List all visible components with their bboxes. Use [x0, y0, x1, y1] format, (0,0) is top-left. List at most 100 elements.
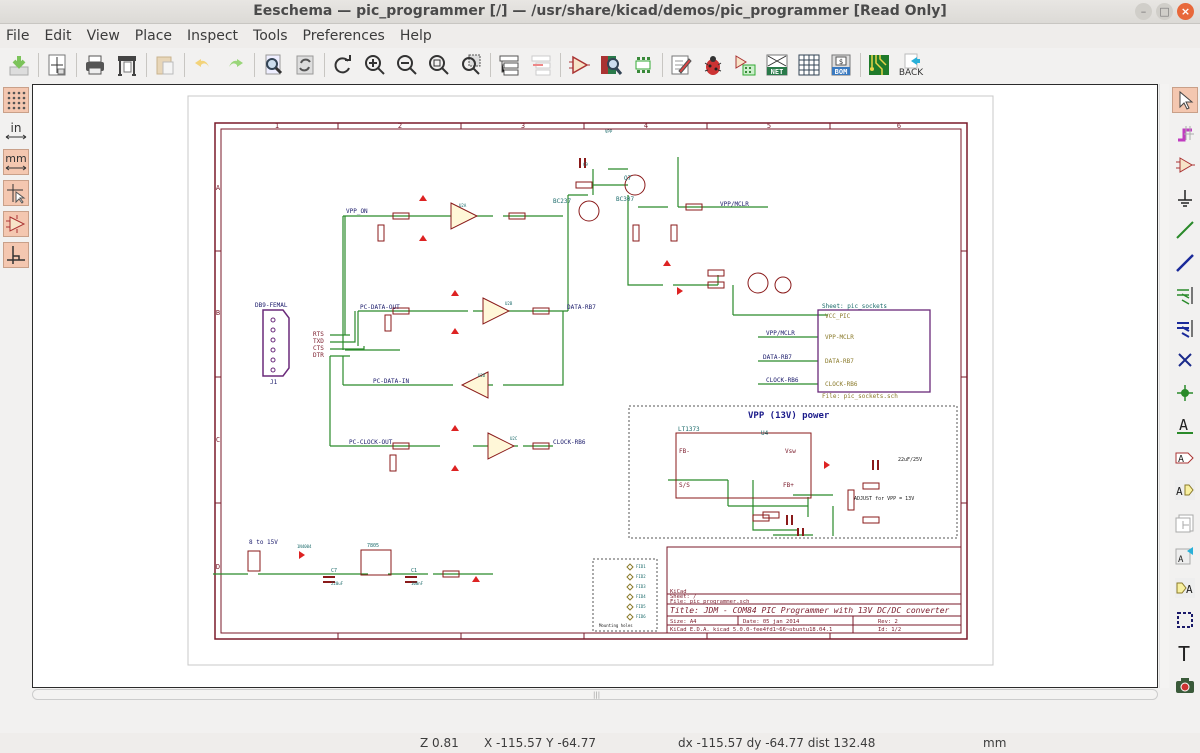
leave-sheet-icon [531, 55, 551, 76]
menu-tools[interactable]: Tools [247, 28, 294, 44]
toggle-grid-button[interactable] [3, 87, 29, 113]
title-block-file: File: pic_programmer.sch [670, 599, 749, 605]
edit-fields-button[interactable] [795, 51, 823, 79]
annotate-button[interactable] [667, 51, 695, 79]
print-button[interactable] [81, 51, 109, 79]
menu-view[interactable]: View [81, 28, 126, 44]
find-replace-icon [296, 55, 314, 75]
scrollbar-grip[interactable]: ||| [593, 691, 600, 699]
svg-text:$: $ [839, 58, 843, 66]
component-label: Q7 [624, 175, 632, 182]
component-label: C1 [411, 568, 417, 574]
menu-preferences[interactable]: Preferences [297, 28, 391, 44]
save-button[interactable] [5, 51, 33, 79]
hidden-pins-button[interactable] [3, 211, 29, 237]
add-no-connect-button[interactable] [1172, 347, 1198, 373]
undo-button[interactable] [189, 51, 217, 79]
footprint-icon [635, 57, 651, 73]
bus-icon [1176, 253, 1194, 272]
add-wire-bus-entry-button[interactable] [1172, 282, 1198, 308]
zoom-in-button[interactable] [361, 51, 389, 79]
paste-button[interactable] [151, 51, 179, 79]
back-annotate-button[interactable]: BACK [897, 51, 925, 79]
mm-label: mm [5, 152, 27, 165]
close-button[interactable]: × [1177, 3, 1194, 20]
bom-button[interactable]: $ BOM [827, 51, 855, 79]
sheet-pin-icon: A [1175, 577, 1195, 598]
cursor-shape-button[interactable] [3, 180, 29, 206]
hierarchy-navigator-button[interactable] [495, 51, 523, 79]
assign-footprints-tool-button[interactable] [629, 51, 657, 79]
component-label: C9 [583, 162, 588, 167]
menu-edit[interactable]: Edit [38, 28, 77, 44]
zoom-fit-icon [429, 55, 449, 75]
select-tool-button[interactable] [1172, 87, 1198, 113]
component-label: U4 [761, 430, 769, 437]
sheet-pin: VPP-MCLR [825, 334, 854, 341]
add-junction-button[interactable] [1172, 380, 1198, 406]
add-hierarchical-label-button[interactable]: A [1172, 477, 1198, 503]
zoom-selection-icon [462, 54, 481, 75]
highlight-net-button[interactable] [1172, 120, 1198, 146]
menu-place[interactable]: Place [129, 28, 178, 44]
pin-label: TXD [313, 338, 324, 345]
minimize-button[interactable]: – [1135, 3, 1152, 20]
import-sheet-pin-button[interactable]: A [1172, 542, 1198, 568]
fiducial-label: FID2 [636, 574, 646, 579]
svg-text:A: A [1176, 485, 1183, 498]
net-label: DATA-RB7 [567, 304, 596, 311]
grid-icon [7, 91, 26, 110]
add-sheet-pin-button[interactable]: A [1172, 575, 1198, 601]
units-mm-button[interactable]: mm [3, 149, 29, 175]
back-arrow-icon [904, 53, 920, 68]
row-label: C [216, 436, 220, 444]
main-toolbar: NET $ BOM BACK [0, 48, 1200, 82]
svg-text:A: A [1186, 583, 1193, 596]
add-graphic-line-button[interactable] [1172, 607, 1198, 633]
add-power-button[interactable] [1172, 185, 1198, 211]
add-bus-bus-entry-button[interactable] [1172, 315, 1198, 341]
erc-button[interactable] [699, 51, 727, 79]
add-sheet-button[interactable] [1172, 510, 1198, 536]
wire-angle-button[interactable] [3, 242, 29, 268]
add-wire-button[interactable] [1172, 217, 1198, 243]
maximize-button[interactable]: □ [1156, 3, 1173, 20]
netlist-button[interactable]: NET [763, 51, 791, 79]
delta-readout: dx -115.57 dy -64.77 dist 132.48 [678, 736, 876, 750]
zoom-fit-button[interactable] [425, 51, 453, 79]
symbol-browser-button[interactable] [597, 51, 625, 79]
add-image-button[interactable] [1172, 672, 1198, 698]
units-inches-button[interactable]: in [3, 118, 29, 144]
assign-footprints-button[interactable] [731, 51, 759, 79]
add-global-label-button[interactable]: A [1172, 445, 1198, 471]
add-label-button[interactable]: A [1172, 412, 1198, 438]
horizontal-scrollbar[interactable]: ||| [32, 689, 1158, 700]
menu-file[interactable]: File [0, 28, 35, 44]
add-symbol-button[interactable] [1172, 152, 1198, 178]
page-settings-button[interactable] [43, 51, 71, 79]
add-bus-button[interactable] [1172, 250, 1198, 276]
symbol-editor-button[interactable] [565, 51, 593, 79]
redo-button[interactable] [221, 51, 249, 79]
add-text-button[interactable]: T [1172, 640, 1198, 666]
schematic-canvas[interactable]: 1 2 3 4 5 6 A B C D VPP_ON VPP/MCLR DB9-… [32, 84, 1158, 688]
vertical-scrollbar[interactable] [1159, 84, 1169, 688]
pcbnew-button[interactable] [865, 51, 893, 79]
zoom-selection-button[interactable] [457, 51, 485, 79]
toolbar-separator [490, 53, 491, 77]
hierarchical-label-icon: A [1175, 480, 1195, 500]
plot-button[interactable] [113, 51, 141, 79]
column-label: 1 [275, 122, 279, 130]
redraw-button[interactable] [329, 51, 357, 79]
orthogonal-wire-icon [7, 246, 25, 264]
bom-icon: $ BOM [831, 54, 851, 76]
menu-help[interactable]: Help [394, 28, 438, 44]
zoom-out-button[interactable] [393, 51, 421, 79]
hierarchy-navigator-icon [499, 55, 519, 76]
find-replace-button[interactable] [291, 51, 319, 79]
component-value: 22uF/25V [898, 457, 922, 463]
schematic-drawing: 1 2 3 4 5 6 A B C D VPP_ON VPP/MCLR DB9-… [187, 95, 994, 666]
menu-inspect[interactable]: Inspect [181, 28, 244, 44]
find-button[interactable] [259, 51, 287, 79]
leave-sheet-button[interactable] [527, 51, 555, 79]
